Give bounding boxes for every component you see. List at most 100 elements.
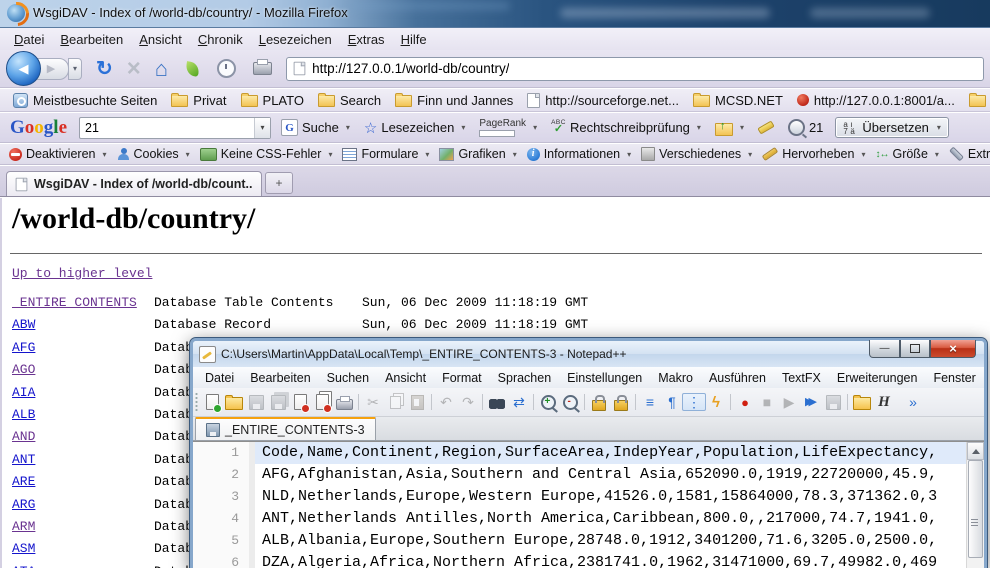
devtool-button[interactable]: Hervorheben <box>757 147 870 161</box>
menu-item[interactable]: Datei <box>6 30 52 49</box>
menu-item[interactable]: Bearbeiten <box>242 369 318 387</box>
toolbar-button[interactable] <box>201 391 223 413</box>
menu-item[interactable]: Ansicht <box>377 369 434 387</box>
bookmark-item[interactable]: PLATO <box>234 93 311 108</box>
toolbar-button[interactable]: ▶▶ <box>800 391 822 413</box>
toolbar-button[interactable] <box>406 391 428 413</box>
toolbar-button[interactable] <box>428 391 435 413</box>
spellcheck-button[interactable]: ABC ✓ Rechtschreibprüfung <box>547 120 705 136</box>
print-icon[interactable] <box>253 62 272 75</box>
entry-link[interactable]: ABW <box>12 314 35 336</box>
menu-item[interactable]: Chronik <box>190 30 251 49</box>
menu-item[interactable]: Erweiterungen <box>829 369 926 387</box>
bookmark-item[interactable]: MCSD.NET <box>686 93 790 108</box>
bookmark-item[interactable]: Privat <box>164 93 233 108</box>
close-button[interactable]: × <box>930 340 976 358</box>
toolbar-button[interactable] <box>727 391 734 413</box>
entry-link[interactable]: ARG <box>12 494 35 516</box>
entry-link[interactable]: ATA <box>12 561 35 568</box>
home-button[interactable]: ⌂ <box>155 58 168 80</box>
menu-item[interactable]: Hilfe <box>393 30 435 49</box>
toolbar-button[interactable]: H <box>873 391 895 413</box>
new-tab-button[interactable]: + <box>265 172 293 194</box>
entry-link[interactable]: AGO <box>12 359 35 381</box>
toolbar-button[interactable] <box>333 391 355 413</box>
notepad-titlebar[interactable]: C:\Users\Martin\AppData\Local\Temp\_ENTI… <box>193 341 984 367</box>
menu-item[interactable]: Einstellungen <box>559 369 650 387</box>
document-tab[interactable]: _ENTIRE_CONTENTS-3 <box>195 416 376 440</box>
toolbar-button[interactable] <box>486 391 508 413</box>
stop-button[interactable]: × <box>127 57 141 81</box>
toolbar-button[interactable] <box>610 391 632 413</box>
sage-feed-icon[interactable] <box>185 61 200 77</box>
toolbar-button[interactable] <box>537 391 559 413</box>
devtool-button[interactable]: Keine CSS-Fehler <box>195 147 338 161</box>
bookmark-item[interactable]: http://sourceforge.net... <box>520 93 686 108</box>
google-bookmarks-button[interactable]: ☆ Lesezeichen <box>360 119 469 137</box>
up-to-higher-level-link[interactable]: Up to higher level <box>12 266 152 281</box>
toolbar-button[interactable] <box>844 391 851 413</box>
toolbar-button[interactable] <box>479 391 486 413</box>
devtool-button[interactable]: Größe <box>870 147 943 161</box>
entry-link[interactable]: ARE <box>12 471 35 493</box>
entry-link[interactable]: AFG <box>12 337 35 359</box>
entry-link[interactable]: ASM <box>12 538 35 560</box>
toolbar-button[interactable] <box>245 391 267 413</box>
url-text[interactable]: http://127.0.0.1/world-db/country/ <box>312 61 509 76</box>
menu-item[interactable]: Ansicht <box>131 30 190 49</box>
menu-item[interactable]: Suchen <box>319 369 377 387</box>
editor-area[interactable]: 123456 Code,Name,Continent,Region,Surfac… <box>193 441 984 568</box>
menu-item[interactable]: Fenster <box>925 369 983 387</box>
toolbar-button[interactable]: » <box>895 391 917 413</box>
toolbar-button[interactable]: ¶ <box>661 391 683 413</box>
menu-item[interactable]: Bearbeiten <box>52 30 131 49</box>
menu-item[interactable]: Lesezeichen <box>251 30 340 49</box>
devtool-button[interactable]: Formulare <box>337 147 434 161</box>
word-find-button[interactable]: 21 <box>784 119 827 136</box>
toolbar-button[interactable] <box>289 391 311 413</box>
toolbar-button[interactable] <box>632 391 639 413</box>
toolbar-button[interactable] <box>267 391 289 413</box>
address-bar[interactable]: http://127.0.0.1/world-db/country/ <box>286 57 984 81</box>
restore-button[interactable] <box>900 340 930 358</box>
code-area[interactable]: Code,Name,Continent,Region,SurfaceArea,I… <box>255 442 966 568</box>
highlighter-button[interactable] <box>754 124 778 131</box>
toolbar-button[interactable] <box>223 391 245 413</box>
devtool-button[interactable]: Grafiken <box>434 147 521 161</box>
toolbar-button[interactable] <box>384 391 406 413</box>
entry-link[interactable]: ENTIRE CONTENTS <box>12 292 137 314</box>
bookmark-item[interactable]: http://127.0.0.1:8001/a... <box>790 93 962 108</box>
reload-button[interactable]: ↻ <box>96 59 113 79</box>
reload-timer-icon[interactable] <box>217 59 236 78</box>
pagerank-button[interactable]: PageRank <box>475 119 541 137</box>
google-search-value[interactable]: 21 <box>80 121 254 135</box>
menu-item[interactable]: ? <box>984 369 990 387</box>
scroll-up-button[interactable] <box>967 442 984 460</box>
tab-wsgidav[interactable]: WsgiDAV - Index of /world-db/count... <box>6 171 262 196</box>
devtool-button[interactable]: Deaktivieren <box>4 147 112 161</box>
toolbar-button[interactable] <box>559 391 581 413</box>
toolbar-button[interactable]: ● <box>734 391 756 413</box>
menu-item[interactable]: Makro <box>650 369 701 387</box>
toolbar-button[interactable]: ≡ <box>639 391 661 413</box>
entry-link[interactable]: ARM <box>12 516 35 538</box>
history-dropdown[interactable]: ▾ <box>68 58 82 80</box>
entry-link[interactable]: ANT <box>12 449 35 471</box>
toolbar-button[interactable]: ⇄ <box>508 391 530 413</box>
google-search-dropdown[interactable]: ▾ <box>254 118 270 138</box>
bookmark-item[interactable]: Meistbesuchte Seiten <box>6 93 164 108</box>
devtool-button[interactable]: Informationen <box>522 147 636 161</box>
devtool-button[interactable]: Extras <box>944 147 990 161</box>
toolbar-button[interactable]: ↷ <box>457 391 479 413</box>
toolbar-button[interactable] <box>822 391 844 413</box>
translate-button[interactable]: aı 7ä Übersetzen <box>835 117 949 138</box>
back-button[interactable]: ◀ <box>6 51 41 86</box>
bookmark-item[interactable]: Tree Samples <box>962 93 990 108</box>
vertical-scrollbar[interactable] <box>966 442 984 568</box>
toolbar-button[interactable] <box>355 391 362 413</box>
devtool-button[interactable]: Verschiedenes <box>636 147 757 161</box>
entry-link[interactable]: AIA <box>12 382 35 404</box>
toolbar-button[interactable]: ↶ <box>435 391 457 413</box>
scrollbar-thumb[interactable] <box>968 460 983 558</box>
toolbar-button[interactable]: ■ <box>756 391 778 413</box>
